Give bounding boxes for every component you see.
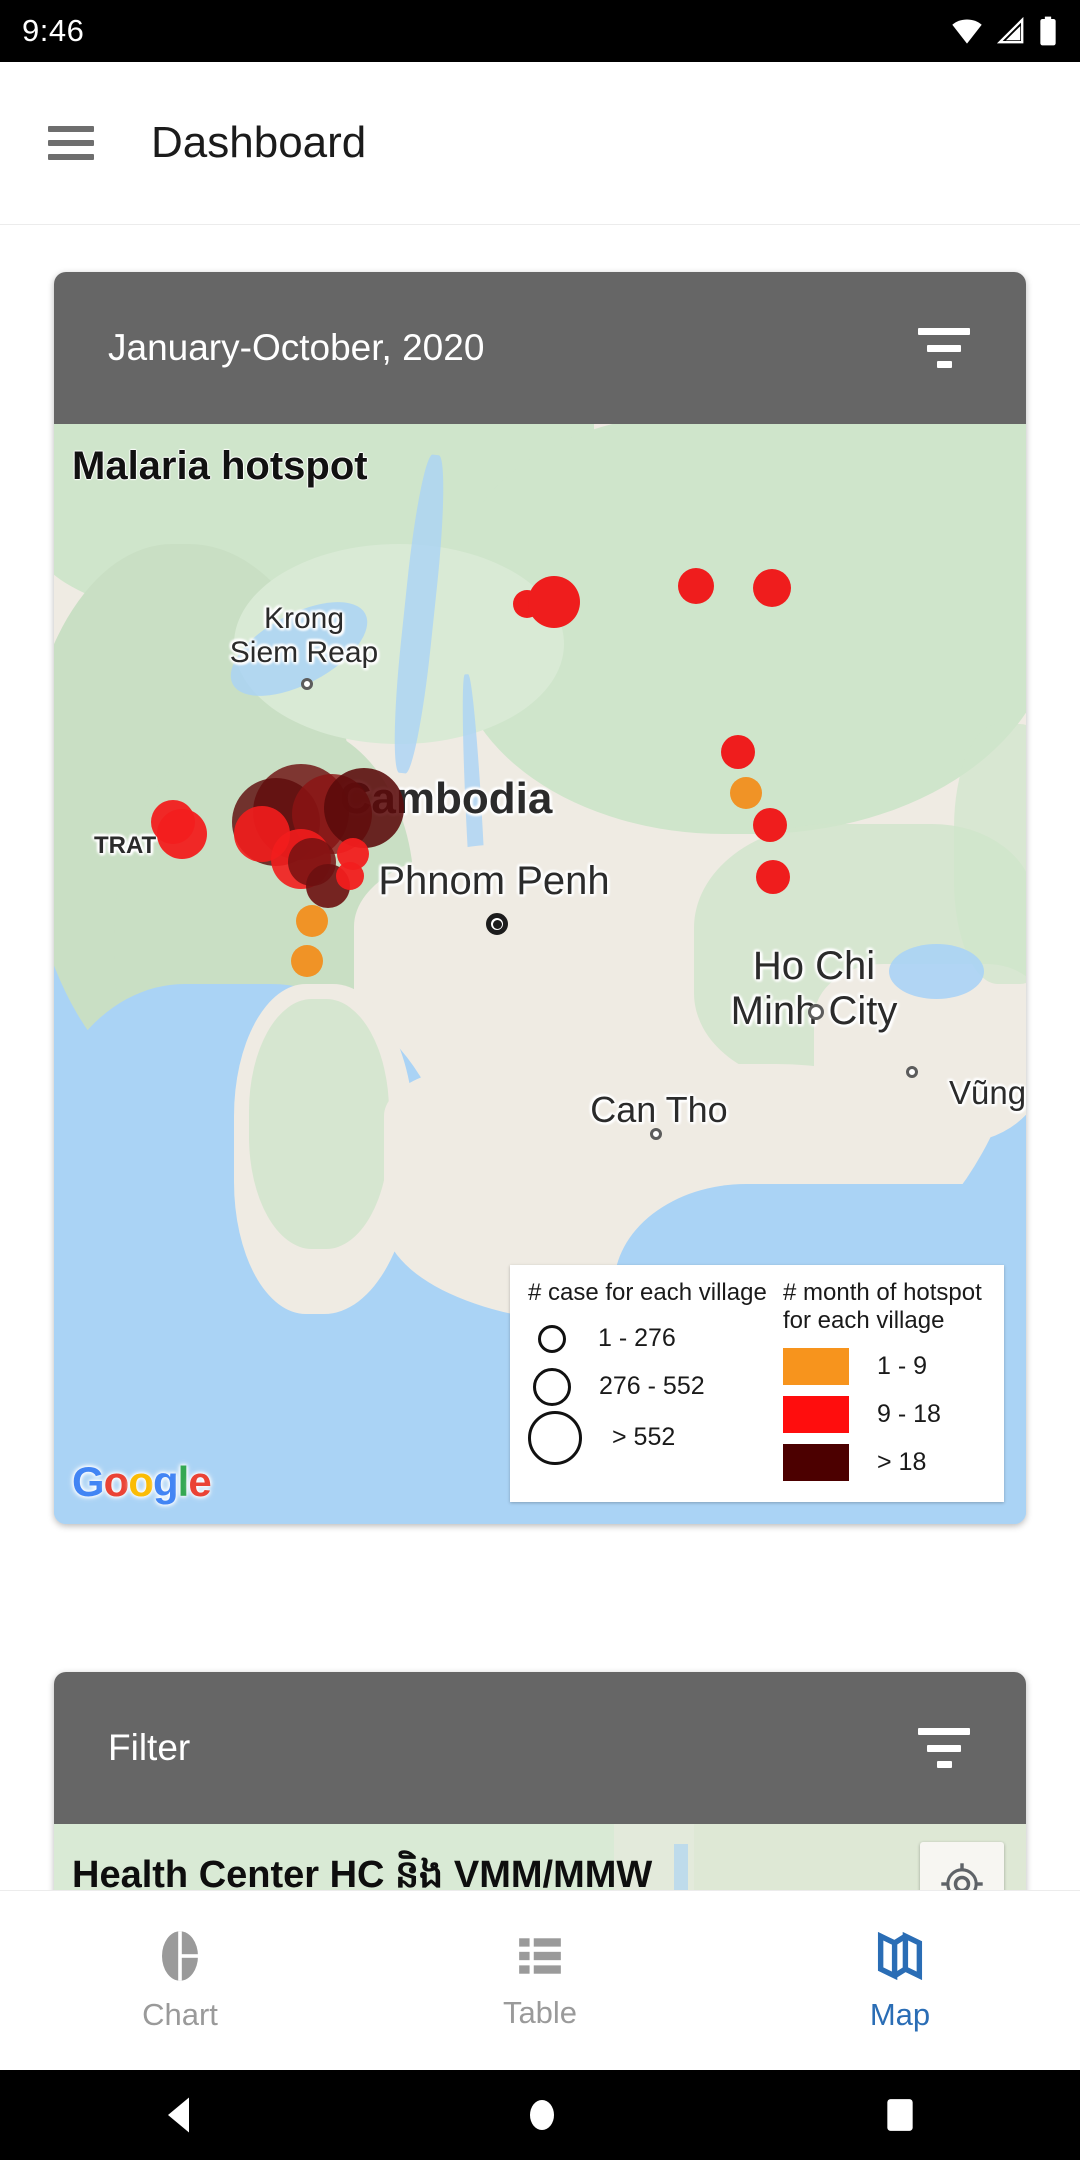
legend-size-item: 276 - 552	[528, 1363, 771, 1411]
legend-color-label: > 18	[877, 1447, 927, 1476]
google-logo-letter: o	[103, 1458, 130, 1505]
map-hotspot-marker[interactable]	[756, 860, 790, 894]
dashboard-scroll-area[interactable]: January-October, 2020 Malaria hotspot Kr…	[0, 226, 1080, 1890]
map-card-title: January-October, 2020	[108, 327, 485, 368]
map-hotspot-marker[interactable]	[753, 808, 787, 842]
filter-card-header: Filter	[54, 1672, 1026, 1824]
legend-circle-large-icon	[528, 1410, 582, 1465]
legend-size-item: 1 - 276	[528, 1315, 771, 1363]
legend-color-label: 9 - 18	[877, 1399, 941, 1428]
cellular-signal-icon	[996, 17, 1024, 44]
page-title: Dashboard	[151, 118, 367, 167]
wifi-icon	[952, 19, 982, 44]
filter-map-overlay-title: Health Center HC និង VMM/MMW	[72, 1854, 653, 1890]
map-hotspot-marker[interactable]	[336, 862, 364, 890]
legend-size-label: 1 - 276	[598, 1324, 676, 1353]
android-navigation-bar	[0, 2070, 1080, 2160]
bottom-nav-item-map[interactable]: Map	[720, 1891, 1080, 2070]
map-hotspot-marker[interactable]	[291, 945, 323, 977]
legend-swatch-maroon	[783, 1443, 849, 1481]
map-hotspot-marker[interactable]	[730, 777, 762, 809]
table-list-icon	[519, 1937, 561, 1974]
status-bar-clock: 9:46	[22, 13, 85, 48]
google-logo-letter: l	[177, 1458, 190, 1505]
filter-icon[interactable]	[918, 328, 970, 368]
legend-color-column: # month of hotspot for each village 1 - …	[771, 1279, 986, 1486]
malaria-hotspot-map-card: January-October, 2020 Malaria hotspot Kr…	[54, 272, 1026, 1524]
map-canvas[interactable]: Malaria hotspot Krong Siem Reap Cambodia Ph…	[54, 424, 1026, 1524]
legend-size-title: # case for each village	[528, 1279, 767, 1307]
google-logo-letter: G	[72, 1458, 105, 1505]
legend-circle-medium-icon	[533, 1367, 571, 1406]
google-logo-letter: g	[152, 1458, 179, 1505]
legend-color-item: 1 - 9	[783, 1342, 986, 1390]
map-hotspot-marker[interactable]	[528, 576, 580, 628]
legend-size-item: > 552	[528, 1410, 771, 1465]
map-hotspot-marker[interactable]	[753, 569, 791, 607]
map-hotspot-marker[interactable]	[678, 568, 714, 604]
bottom-nav-item-chart[interactable]: Chart	[0, 1891, 360, 2070]
filter-map-canvas[interactable]: Health Center HC និង VMM/MMW	[54, 1824, 1026, 1890]
hamburger-menu-icon[interactable]	[48, 126, 94, 160]
circle-home-icon[interactable]	[524, 2095, 560, 2135]
map-hotspot-marker[interactable]	[157, 809, 207, 859]
legend-size-label: 276 - 552	[599, 1372, 705, 1401]
pie-chart-icon	[162, 1930, 201, 1981]
map-hotspot-marker[interactable]	[721, 735, 755, 769]
status-bar: 9:46	[0, 0, 1080, 62]
legend-size-column: # case for each village 1 - 276 276 - 55…	[528, 1279, 771, 1486]
bottom-nav-item-table[interactable]: Table	[360, 1891, 720, 2070]
map-hotspot-marker[interactable]	[296, 905, 328, 937]
filter-card-title: Filter	[108, 1727, 191, 1768]
google-logo-letter: e	[188, 1458, 211, 1505]
my-location-button[interactable]	[920, 1842, 1004, 1890]
legend-color-label: 1 - 9	[877, 1351, 928, 1380]
legend-swatch-orange	[783, 1347, 849, 1385]
bottom-navigation-bar: Chart Table Map	[0, 1890, 1080, 2070]
bottom-nav-label-map: Map	[869, 1996, 931, 2032]
bottom-nav-label-chart: Chart	[142, 1996, 218, 2032]
square-recents-icon[interactable]	[881, 2096, 919, 2134]
triangle-back-icon[interactable]	[161, 2094, 203, 2136]
google-attribution-logo: Google	[72, 1458, 212, 1506]
battery-icon	[1040, 16, 1056, 46]
map-icon	[877, 1931, 923, 1980]
legend-circle-small-icon	[538, 1324, 566, 1353]
map-hotspot-marker[interactable]	[324, 768, 404, 848]
legend-swatch-red	[783, 1395, 849, 1433]
filter-icon[interactable]	[918, 1728, 970, 1768]
map-card-header: January-October, 2020	[54, 272, 1026, 424]
legend-color-item: 9 - 18	[783, 1390, 986, 1438]
google-logo-letter: o	[128, 1458, 154, 1505]
app-bar: Dashboard	[0, 62, 1080, 225]
status-bar-icons	[950, 16, 1058, 46]
legend-color-item: > 18	[783, 1438, 986, 1486]
legend-color-title: # month of hotspot for each village	[783, 1279, 982, 1334]
map-legend: # case for each village 1 - 276 276 - 55…	[510, 1265, 1004, 1502]
bottom-nav-label-table: Table	[502, 1994, 578, 2030]
filter-card: Filter Health Center HC និង VMM/MMW	[54, 1672, 1026, 1890]
legend-size-label: > 552	[612, 1423, 676, 1452]
my-location-icon	[941, 1863, 983, 1890]
